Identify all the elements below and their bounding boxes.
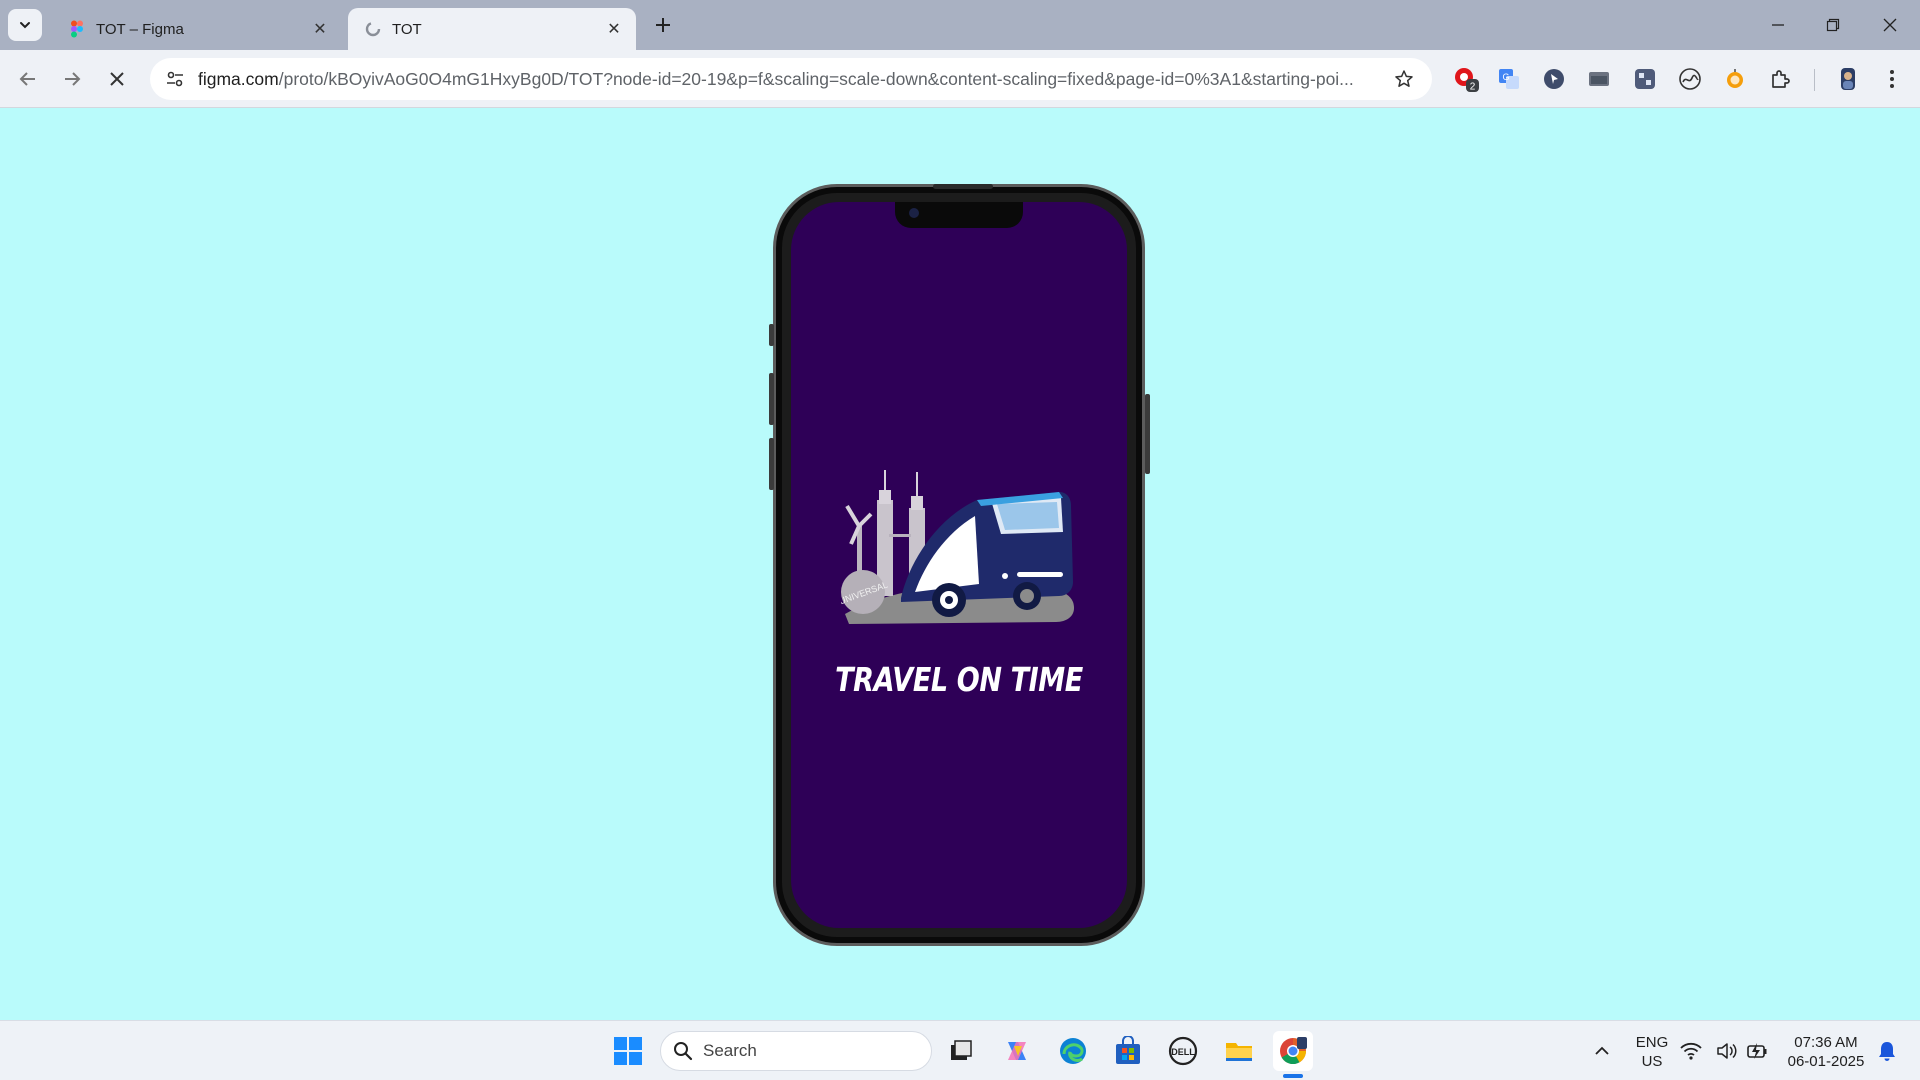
close-icon[interactable]: ✕ [310, 19, 330, 39]
phone-notch [895, 202, 1023, 228]
prototype-viewport: UNIVERSAL TRAVEL ON TIME [0, 109, 1920, 1020]
edge-browser-icon[interactable] [1053, 1031, 1093, 1071]
extensions-puzzle-icon[interactable] [1766, 64, 1796, 94]
figma-icon [71, 20, 83, 38]
task-view-icon[interactable] [941, 1031, 981, 1071]
volume-icon[interactable] [1713, 1031, 1741, 1071]
phone-volume-up [769, 373, 774, 425]
close-icon[interactable]: ✕ [604, 19, 624, 39]
arrow-left-icon [19, 72, 35, 86]
wifi-icon[interactable] [1677, 1031, 1705, 1071]
plus-icon [656, 18, 670, 32]
browser-toolbar: figma.com/proto/kBOyivAoG0O4mG1HxyBg0D/T… [0, 50, 1920, 108]
battery-charging-icon[interactable] [1743, 1031, 1773, 1071]
clock-date: 06-01-2025 [1787, 1053, 1865, 1070]
back-button[interactable] [13, 64, 43, 94]
language-line-1: ENG [1635, 1034, 1669, 1051]
language-line-2: US [1641, 1053, 1663, 1070]
site-info-icon[interactable] [154, 58, 196, 100]
copilot-icon[interactable] [997, 1031, 1037, 1071]
splash-screen[interactable]: UNIVERSAL TRAVEL ON TIME [791, 202, 1127, 928]
phone-volume-down [769, 438, 774, 490]
stop-loading-button[interactable] [102, 64, 132, 94]
minimize-icon [1772, 24, 1784, 26]
minimize-button[interactable] [1758, 10, 1798, 40]
brand-title: TRAVEL ON TIME [835, 660, 1083, 699]
url-text[interactable]: figma.com/proto/kBOyivAoG0O4mG1HxyBg0D/T… [196, 69, 1384, 90]
url-host: figma.com [198, 68, 279, 89]
bus-logo-icon: UNIVERSAL [841, 470, 1075, 624]
close-window-button[interactable] [1870, 10, 1910, 40]
tab-figma[interactable]: TOT – Figma ✕ [52, 8, 342, 50]
address-bar[interactable]: figma.com/proto/kBOyivAoG0O4mG1HxyBg0D/T… [150, 58, 1432, 100]
phone-power-button [1145, 394, 1150, 474]
active-app-indicator [1283, 1074, 1303, 1078]
bookmark-star-icon[interactable] [1384, 58, 1424, 100]
close-icon [1883, 18, 1897, 32]
extension-cursor-icon[interactable] [1539, 64, 1569, 94]
search-placeholder: Search [703, 1041, 757, 1060]
clock-time: 07:36 AM [1794, 1034, 1858, 1051]
extension-signature-icon[interactable] [1675, 64, 1705, 94]
url-path: /proto/kBOyivAoG0O4mG1HxyBg0D/TOT?node-i… [278, 68, 1354, 89]
dell-icon[interactable]: DELL [1163, 1031, 1203, 1071]
clock[interactable]: 07:36 AM 06-01-2025 [1784, 1033, 1868, 1071]
toolbar-divider [1814, 69, 1815, 91]
restore-button[interactable] [1813, 10, 1853, 40]
tab-tot[interactable]: TOT ✕ [348, 8, 636, 50]
tab-search-button[interactable] [8, 9, 42, 41]
forward-button[interactable] [57, 64, 87, 94]
notification-bell-icon[interactable] [1872, 1031, 1902, 1071]
show-hidden-icons-chevron-up-icon[interactable] [1582, 1031, 1622, 1071]
search-icon [674, 1042, 693, 1061]
windows-taskbar: Search DELL ENG US 07:36 AM 06-01-2025 [0, 1020, 1920, 1080]
taskbar-search-box[interactable]: Search [660, 1031, 932, 1071]
language-indicator[interactable]: ENG US [1632, 1033, 1672, 1071]
extension-translate-icon[interactable]: G [1494, 64, 1524, 94]
svg-text:DELL: DELL [1171, 1047, 1195, 1057]
phone-speaker [933, 184, 993, 189]
extension-orange-icon[interactable] [1720, 64, 1750, 94]
tab-title: TOT [392, 20, 422, 38]
extension-opera-icon[interactable]: 2 [1451, 64, 1481, 94]
profile-avatar[interactable] [1833, 64, 1863, 94]
browser-tab-bar: TOT – Figma ✕ TOT ✕ [0, 0, 1920, 50]
chevron-down-icon [20, 22, 30, 29]
extension-window-icon[interactable] [1584, 64, 1614, 94]
phone-frame: UNIVERSAL TRAVEL ON TIME [769, 184, 1150, 946]
extension-puzzle-tile-icon[interactable] [1630, 64, 1660, 94]
file-explorer-icon[interactable] [1219, 1031, 1259, 1071]
microsoft-store-icon[interactable] [1108, 1031, 1148, 1071]
windows-start-icon[interactable] [608, 1031, 648, 1071]
loading-icon [365, 21, 381, 37]
svg-text:G: G [1502, 72, 1509, 82]
close-icon [110, 72, 124, 86]
new-tab-button[interactable] [650, 12, 676, 38]
tab-title: TOT – Figma [96, 20, 184, 38]
menu-kebab-icon[interactable] [1877, 64, 1907, 94]
extension-badge: 2 [1470, 82, 1476, 93]
restore-icon [1826, 18, 1840, 32]
chrome-taskbar-icon[interactable] [1273, 1031, 1313, 1071]
camera-icon [909, 208, 919, 218]
phone-mute-switch [769, 324, 774, 346]
arrow-right-icon [65, 72, 81, 86]
